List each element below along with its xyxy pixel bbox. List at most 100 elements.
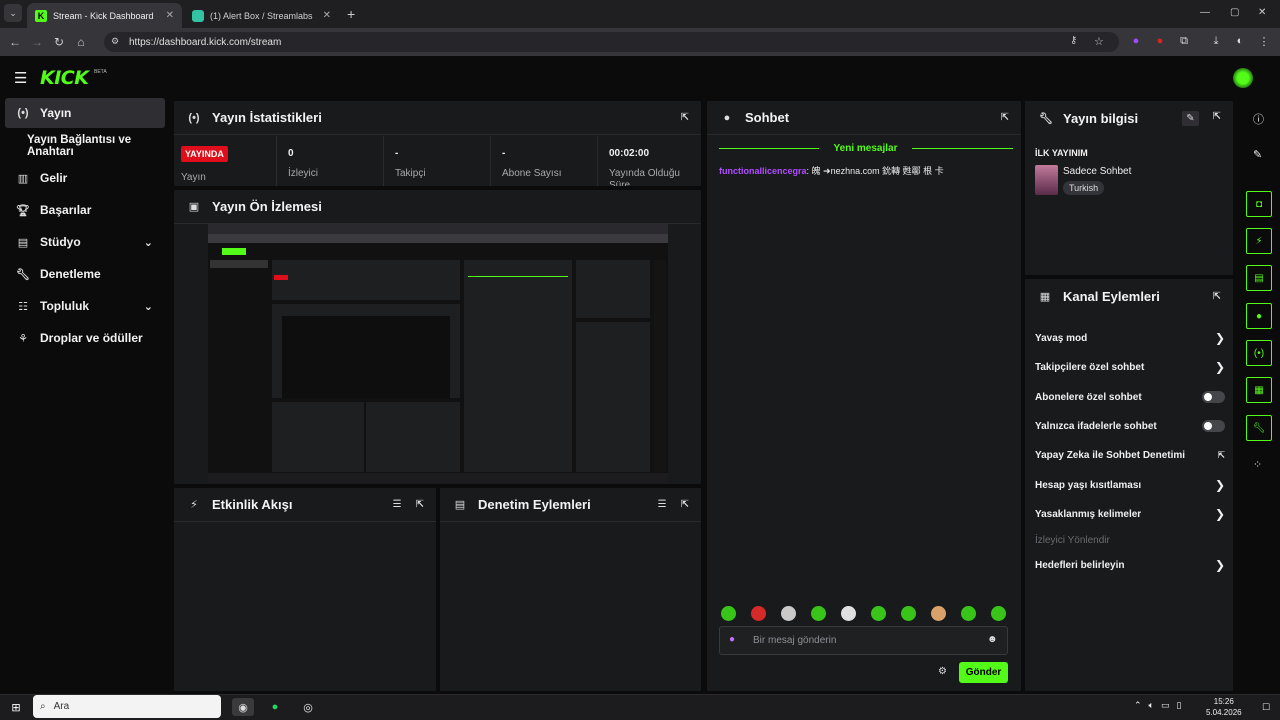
lightning-icon: ⚡︎ — [190, 499, 198, 511]
back-icon[interactable]: ← — [4, 31, 26, 53]
obs-taskbar-icon[interactable]: ◎ — [298, 698, 318, 716]
edit-layout-icon[interactable]: ✎ — [1253, 148, 1262, 161]
action-account-age[interactable]: Hesap yaşı kısıtlaması ❯ — [1035, 473, 1225, 497]
action-banned-words[interactable]: Yasaklanmış kelimeler ❯ — [1035, 502, 1225, 526]
password-key-icon[interactable]: ⚷ — [1070, 35, 1077, 46]
emote-4[interactable] — [811, 606, 826, 621]
hamburger-menu-icon[interactable]: ☰ — [14, 69, 27, 87]
emote-10[interactable] — [991, 606, 1006, 621]
reload-icon[interactable]: ↻ — [48, 31, 70, 53]
minimize-icon[interactable]: — — [1200, 7, 1210, 18]
rail-broadcast-icon[interactable]: (•) — [1246, 340, 1272, 366]
maximize-icon[interactable]: ▢ — [1230, 7, 1239, 18]
emote-3[interactable] — [781, 606, 796, 621]
bookmark-star-icon[interactable]: ☆ — [1094, 35, 1104, 48]
speaker-icon[interactable]: 🔈︎ — [1149, 700, 1154, 711]
tray-arrow-icon[interactable]: ⌃ — [1134, 700, 1142, 711]
sidebar-item-gelir[interactable]: ▥ Gelir — [5, 163, 165, 193]
send-button[interactable]: Gönder — [959, 662, 1008, 683]
battery-icon[interactable]: ▯ — [1176, 700, 1181, 711]
tab-list-button[interactable]: ⌄ — [4, 4, 22, 22]
rail-chat-icon[interactable]: ● — [1246, 303, 1272, 329]
extension-red-icon[interactable]: ● — [1150, 35, 1170, 48]
stream-preview-video[interactable] — [208, 224, 668, 483]
sidebar-item-yayin[interactable]: (•) Yayın — [5, 98, 165, 128]
chat-username[interactable]: functionallicencegra — [719, 166, 807, 176]
popout-icon[interactable]: ⇱ — [681, 112, 689, 123]
rail-stats-icon[interactable]: ◘ — [1246, 191, 1272, 217]
rail-wrench-icon[interactable]: 🔧︎ — [1246, 415, 1272, 441]
sidebar-item-studyo[interactable]: ▤ Stüdyo ⌄ — [5, 227, 165, 257]
sidebar-item-denetleme[interactable]: 🔧︎ Denetleme — [5, 259, 165, 289]
preview-moderation — [366, 402, 460, 472]
site-info-icon[interactable]: ⚙ — [111, 36, 119, 47]
extensions-puzzle-icon[interactable]: ⧉ — [1174, 35, 1194, 48]
avatar[interactable] — [1233, 68, 1253, 88]
browser-menu-icon[interactable]: ⋮ — [1254, 35, 1274, 48]
action-subscribers-only[interactable]: Abonelere özel sohbet — [1035, 385, 1225, 409]
extension-icon[interactable]: ● — [1126, 35, 1146, 48]
sidebar-item-basarilar[interactable]: 🏆︎ Başarılar — [5, 195, 165, 225]
url-field[interactable]: ⚙ https://dashboard.kick.com/stream ⚷ ☆ — [104, 32, 1119, 52]
action-slow-mode[interactable]: Yavaş mod ❯ — [1035, 326, 1225, 350]
emotes-only-toggle[interactable] — [1202, 420, 1225, 432]
sidebar-item-topluluk[interactable]: ☷ Topluluk ⌄ — [5, 291, 165, 321]
preview-nested-video — [282, 316, 450, 398]
chat-message-input[interactable]: Bir mesaj gönderin — [719, 626, 1008, 655]
taskbar-clock[interactable]: 15:26 5.04.2026 — [1206, 696, 1242, 718]
download-icon[interactable]: ⤓ — [1206, 35, 1226, 48]
rail-channel-icon[interactable]: ▦ — [1246, 377, 1272, 403]
emote-8[interactable] — [931, 606, 946, 621]
close-tab-icon[interactable]: ✕ — [323, 10, 331, 21]
emote-6[interactable] — [871, 606, 886, 621]
emote-2[interactable] — [751, 606, 766, 621]
network-icon[interactable]: ▭ — [1161, 700, 1170, 711]
close-window-icon[interactable]: ✕ — [1258, 7, 1266, 18]
sidebar-item-droplar[interactable]: ⚘ Droplar ve ödüller — [5, 323, 165, 353]
chat-settings-gear-icon[interactable]: ⚙ — [938, 666, 947, 677]
chrome-taskbar-icon[interactable]: ◉ — [232, 698, 254, 716]
popout-icon[interactable]: ⇱ — [1001, 112, 1009, 123]
popout-icon[interactable]: ⇱ — [416, 499, 424, 510]
tab-kick-dashboard[interactable]: K Stream - Kick Dashboard ✕ — [27, 3, 182, 28]
action-emotes-only[interactable]: Yalnızca ifadelerle sohbet — [1035, 414, 1225, 438]
spotify-taskbar-icon[interactable]: ● — [265, 698, 285, 716]
new-tab-icon[interactable]: + — [347, 6, 355, 22]
popout-icon[interactable]: ⇱ — [1213, 111, 1221, 126]
home-icon[interactable]: ⌂ — [70, 31, 92, 53]
kick-logo[interactable]: KICK — [40, 67, 89, 89]
popout-icon[interactable]: ⇱ — [681, 499, 689, 510]
emote-5[interactable] — [841, 606, 856, 621]
notification-icon[interactable]: ☐ — [1262, 702, 1270, 713]
sidebar-item-stream-key[interactable]: Yayın Bağlantısı ve Anahtarı — [16, 131, 176, 161]
subscribers-only-toggle[interactable] — [1202, 391, 1225, 403]
action-ai-moderation[interactable]: Yapay Zeka ile Sohbet Denetimi ⇱ — [1035, 443, 1225, 467]
filter-icon[interactable]: ☰ — [393, 499, 402, 510]
rail-activity-icon[interactable]: ⚡︎ — [1246, 228, 1272, 254]
filter-icon[interactable]: ☰ — [658, 499, 667, 510]
action-set-goals[interactable]: Hedefleri belirleyin ❯ — [1035, 553, 1225, 577]
rail-more-icon[interactable]: ⁘ — [1253, 458, 1262, 471]
close-tab-icon[interactable]: ✕ — [166, 10, 174, 21]
info-icon[interactable]: ⓘ — [1253, 111, 1264, 127]
preview-icon: ▣ — [188, 201, 200, 213]
rail-moderation-icon[interactable]: ▤ — [1246, 265, 1272, 291]
preview-nested-preview — [272, 304, 460, 398]
microphone-icon[interactable]: ● — [729, 634, 735, 645]
emote-7[interactable] — [901, 606, 916, 621]
forward-icon[interactable]: → — [26, 31, 48, 53]
profile-icon[interactable]: ◐ — [1230, 35, 1250, 48]
tab-streamlabs[interactable]: (1) Alert Box / Streamlabs ✕ — [184, 3, 339, 28]
chevron-down-icon[interactable]: ⌄ — [144, 300, 153, 313]
windows-start-icon[interactable]: ⊞ — [6, 698, 26, 716]
action-label: Yasaklanmış kelimeler — [1035, 508, 1142, 520]
emote-1[interactable] — [721, 606, 736, 621]
emote-9[interactable] — [961, 606, 976, 621]
chevron-down-icon[interactable]: ⌄ — [144, 236, 153, 249]
emoji-picker-icon[interactable]: ☻ — [987, 634, 998, 645]
popout-icon[interactable]: ⇱ — [1213, 291, 1221, 302]
stat-label: Takipçi — [395, 168, 426, 179]
taskbar-search[interactable]: ⌕ Ara — [33, 695, 221, 718]
action-followers-only[interactable]: Takipçilere özel sohbet ❯ — [1035, 355, 1225, 379]
edit-pencil-icon[interactable]: ✎ — [1182, 110, 1199, 126]
